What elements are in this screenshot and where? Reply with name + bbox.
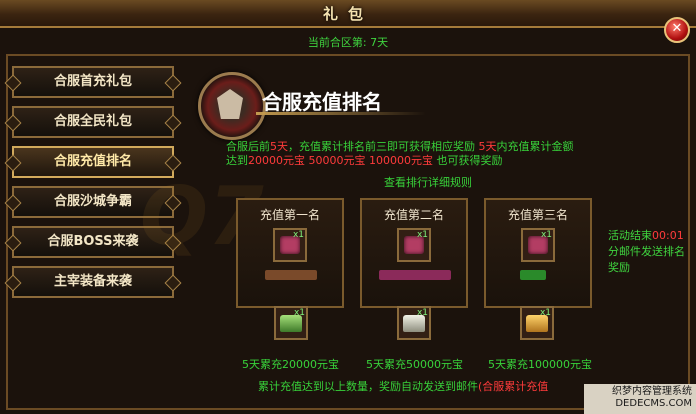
zone-day-label: 当前合区第: 7天	[307, 36, 389, 49]
badge-line: DEDECMS.COM	[615, 398, 692, 409]
gift-window: 礼包 ✕ 当前合区第: 7天 合服首充礼包 合服全民礼包 合服充值排名 合服沙城…	[0, 0, 696, 414]
rank-card-third: 充值第三名 x1	[484, 198, 592, 308]
note-text: 分邮件发送排名奖励	[608, 245, 685, 274]
description-line-2: 达到20000元宝 50000元宝 100000元宝 也可获得奖励	[226, 152, 503, 168]
reward-label: 5天累充20000元宝	[242, 358, 339, 371]
reward-scroll-item[interactable]: x1	[521, 228, 555, 262]
player-name-blurred	[379, 270, 451, 280]
desc-text: 达到	[226, 154, 248, 167]
reward-scroll-item[interactable]: x1	[273, 228, 307, 262]
rank-title: 充值第三名	[507, 208, 568, 222]
desc-text: 内充值累计金额	[496, 140, 574, 153]
rank-card-first: 充值第一名 x1	[236, 198, 344, 308]
rank-title: 充值第一名	[259, 208, 320, 222]
site-watermark-badge: 织梦内容管理系统 DEDECMS.COM	[584, 384, 696, 414]
reward-label: 5天累充50000元宝	[366, 358, 463, 371]
window-title: 礼包	[322, 5, 373, 23]
reward-chest-item-50000[interactable]: x1	[397, 306, 431, 340]
desc-amount: 20000元宝	[248, 154, 305, 167]
badge-line: 织梦内容管理系统	[612, 386, 692, 397]
item-count: x1	[539, 308, 551, 318]
item-count: x1	[540, 230, 552, 240]
item-count: x1	[292, 230, 304, 240]
title-bar: 礼包	[0, 0, 696, 28]
item-count: x1	[293, 308, 305, 318]
player-name-blurred	[520, 270, 546, 280]
guild-emblem-icon	[198, 72, 266, 140]
notice-text: 累计充值达到以上数量，奖励自动发送到邮件	[258, 380, 478, 393]
reward-scroll-item[interactable]: x1	[397, 228, 431, 262]
note-time: 00:01	[652, 229, 684, 242]
reward-chest-item-20000[interactable]: x1	[274, 306, 308, 340]
ranking-rules-link[interactable]: 查看排行详细规则	[384, 174, 472, 190]
desc-amount: 50000元宝	[308, 154, 366, 167]
desc-text: 也可获得奖励	[436, 154, 503, 167]
desc-amount: 100000元宝	[369, 154, 433, 167]
player-name-blurred	[265, 270, 317, 280]
panel-heading: 合服充值排名	[262, 90, 382, 114]
item-count: x1	[416, 308, 428, 318]
notice-text-red: (合服累计充值	[478, 380, 549, 393]
reward-chest-item-100000[interactable]: x1	[520, 306, 554, 340]
rank-card-second: 充值第二名 x1	[360, 198, 468, 308]
tab-all-player-gift[interactable]: 合服全民礼包	[12, 106, 174, 138]
note-text: 活动结束	[608, 229, 652, 242]
rank-title: 充值第二名	[383, 208, 444, 222]
reward-label: 5天累充100000元宝	[488, 358, 592, 371]
mail-reward-note: 活动结束00:01 分邮件发送排名奖励	[608, 228, 692, 276]
tab-first-recharge-gift[interactable]: 合服首充礼包	[12, 66, 174, 98]
item-count: x1	[416, 230, 428, 240]
auto-mail-notice: 累计充值达到以上数量，奖励自动发送到邮件(合服累计充值	[258, 378, 548, 394]
heading-underline	[256, 112, 426, 115]
